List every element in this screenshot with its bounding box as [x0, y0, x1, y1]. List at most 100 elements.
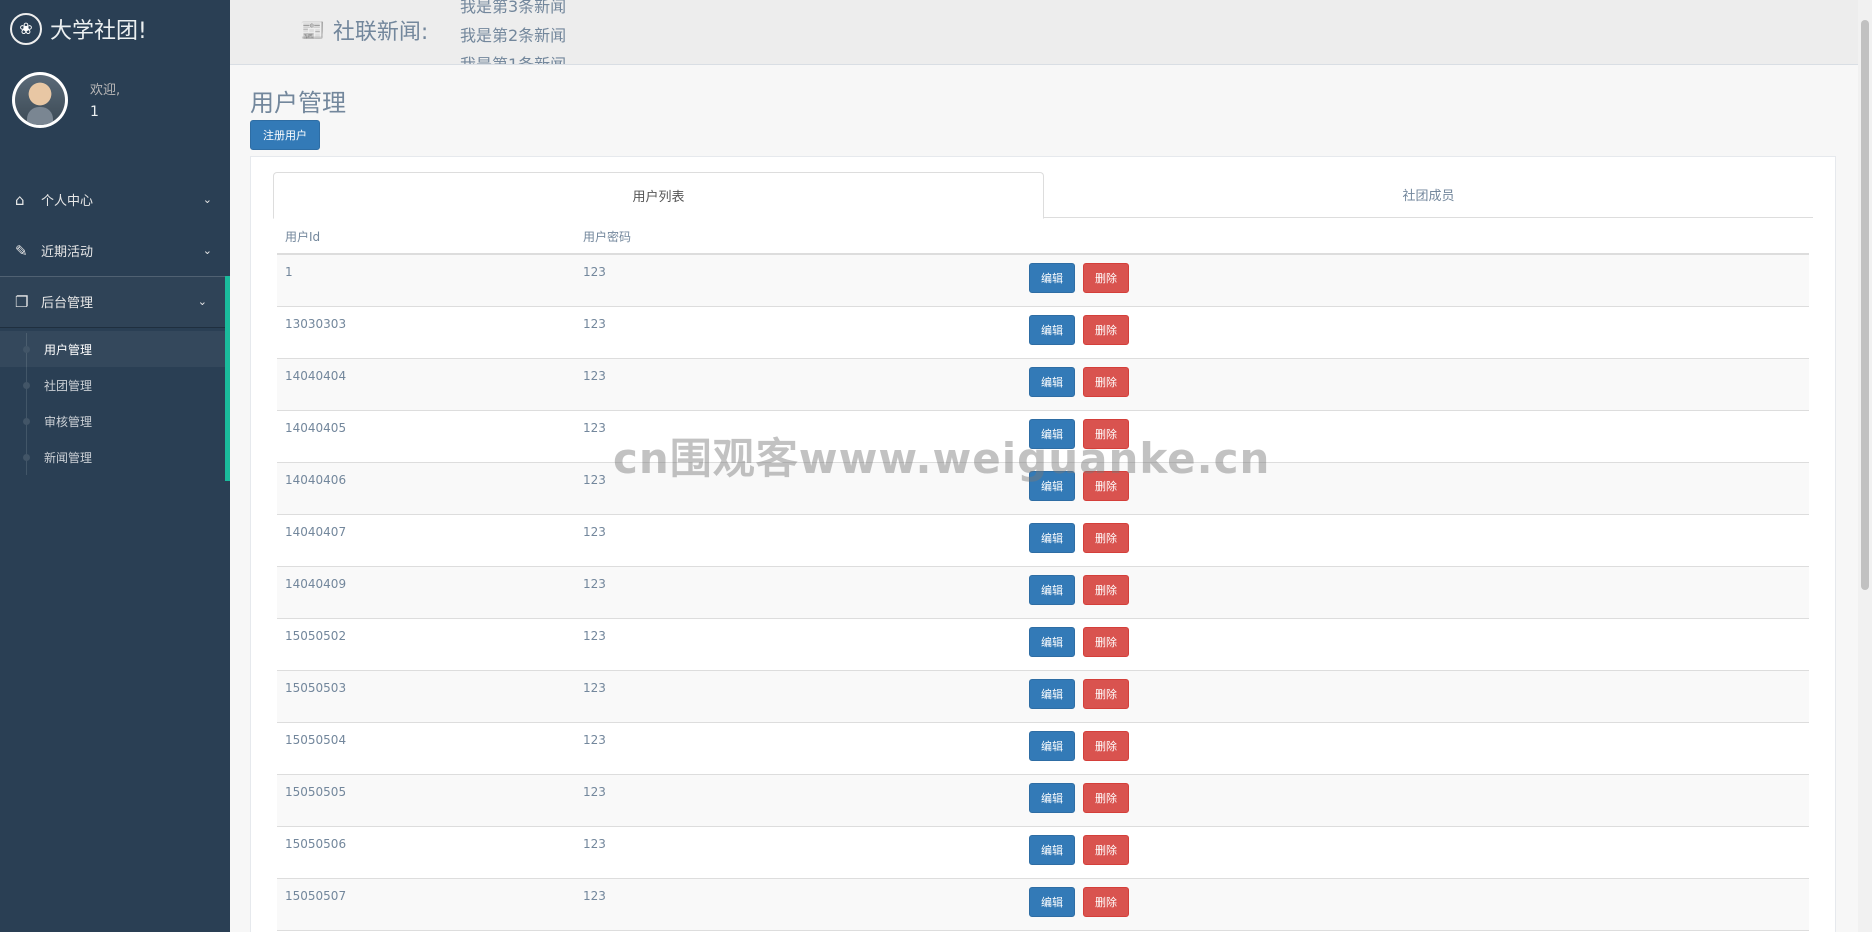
cell-user-password: 123 [583, 577, 606, 591]
cell-user-id: 13030303 [285, 317, 347, 331]
home-icon: ⌂ [15, 190, 25, 209]
cell-user-id: 14040407 [285, 525, 347, 539]
profile: 欢迎, 1 [0, 57, 230, 142]
table-row: 14040409 123 编辑 删除 [277, 567, 1809, 619]
watermark: cn围观客www.weiguanke.cn [613, 434, 1271, 483]
delete-button[interactable]: 删除 [1083, 523, 1129, 553]
delete-button[interactable]: 删除 [1083, 367, 1129, 397]
chevron-down-icon: ⌄ [197, 295, 207, 308]
submenu-item-user-management[interactable]: 用户管理 [0, 331, 225, 367]
top-nav: 📰 社联新闻: 我是第3条新闻 我是第2条新闻 我是第1条新闻 [230, 0, 1858, 65]
edit-button[interactable]: 编辑 [1029, 367, 1075, 397]
cell-user-password: 123 [583, 369, 606, 383]
edit-button[interactable]: 编辑 [1029, 627, 1075, 657]
delete-button[interactable]: 删除 [1083, 627, 1129, 657]
edit-button[interactable]: 编辑 [1029, 315, 1075, 345]
profile-welcome: 欢迎, [90, 83, 121, 98]
avatar [12, 71, 68, 128]
submenu-item-review-management[interactable]: 审核管理 [0, 403, 225, 439]
cell-user-id: 14040404 [285, 369, 347, 383]
sidebar: ❀ 大学社团! 欢迎, 1 ⌂ 个人中心 ⌄ ✎ 近期活动 ⌄ ❐ 后台管理 ⌄… [0, 0, 230, 932]
cell-user-password: 123 [583, 785, 606, 799]
tab-club-members[interactable]: 社团成员 [1044, 172, 1813, 217]
table-body: 1 123 编辑 删除 13030303 123 编辑 删除 14040404 123 编辑 删除 14… [277, 255, 1809, 931]
edit-button[interactable]: 编辑 [1029, 523, 1075, 553]
table-row: 13030303 123 编辑 删除 [277, 307, 1809, 359]
side-menu: ⌂ 个人中心 ⌄ ✎ 近期活动 ⌄ ❐ 后台管理 ⌄ 用户管理 社团管理 审核管… [0, 174, 230, 481]
submenu-item-news-management[interactable]: 新闻管理 [0, 439, 225, 475]
page-scrollbar[interactable] [1858, 0, 1872, 932]
tab-user-list[interactable]: 用户列表 [273, 172, 1044, 219]
delete-button[interactable]: 删除 [1083, 731, 1129, 761]
edit-button[interactable]: 编辑 [1029, 731, 1075, 761]
menu-item-admin[interactable]: ❐ 后台管理 ⌄ [0, 276, 230, 327]
delete-button[interactable]: 删除 [1083, 263, 1129, 293]
cell-user-password: 123 [583, 265, 606, 279]
delete-button[interactable]: 删除 [1083, 783, 1129, 813]
cell-user-password: 123 [583, 525, 606, 539]
cell-user-id: 14040409 [285, 577, 347, 591]
table-row: 15050502 123 编辑 删除 [277, 619, 1809, 671]
menu-item-label: 个人中心 [41, 194, 94, 209]
table-row: 14040407 123 编辑 删除 [277, 515, 1809, 567]
newspaper-icon: 📰 [300, 18, 325, 42]
cell-user-id: 15050502 [285, 629, 347, 643]
tab-bar: 用户列表 社团成员 [273, 172, 1813, 219]
cell-user-id: 15050504 [285, 733, 347, 747]
brand[interactable]: ❀ 大学社团! [0, 0, 230, 57]
edit-icon: ✎ [15, 241, 28, 260]
delete-button[interactable]: 删除 [1083, 315, 1129, 345]
edit-button[interactable]: 编辑 [1029, 263, 1075, 293]
content-panel: 用户列表 社团成员 用户Id 用户密码 1 123 编辑 删除 13030303 123 编… [250, 156, 1836, 932]
register-user-button[interactable]: 注册用户 [250, 120, 320, 150]
edit-button[interactable]: 编辑 [1029, 783, 1075, 813]
news-item[interactable]: 我是第3条新闻 [460, 0, 566, 21]
table-row: 15050503 123 编辑 删除 [277, 671, 1809, 723]
cell-user-password: 123 [583, 681, 606, 695]
news-item[interactable]: 我是第2条新闻 [460, 21, 566, 50]
chevron-down-icon: ⌄ [202, 193, 212, 206]
paw-icon: ❀ [10, 12, 42, 45]
cell-user-id: 1 [285, 265, 293, 279]
admin-submenu: 用户管理 社团管理 审核管理 新闻管理 [0, 327, 230, 481]
cell-user-password: 123 [583, 733, 606, 747]
table-row: 15050505 123 编辑 删除 [277, 775, 1809, 827]
cell-user-password: 123 [583, 889, 606, 903]
delete-button[interactable]: 删除 [1083, 835, 1129, 865]
edit-button[interactable]: 编辑 [1029, 835, 1075, 865]
delete-button[interactable]: 删除 [1083, 887, 1129, 917]
cell-user-password: 123 [583, 629, 606, 643]
submenu-item-club-management[interactable]: 社团管理 [0, 367, 225, 403]
table-header: 用户Id 用户密码 [277, 219, 1809, 255]
edit-button[interactable]: 编辑 [1029, 679, 1075, 709]
scrollbar-thumb[interactable] [1861, 20, 1869, 590]
cell-user-id: 14040405 [285, 421, 347, 435]
table-row: 15050504 123 编辑 删除 [277, 723, 1809, 775]
cell-user-password: 123 [583, 837, 606, 851]
delete-button[interactable]: 删除 [1083, 679, 1129, 709]
cell-user-id: 14040406 [285, 473, 347, 487]
profile-name: 1 [90, 104, 99, 120]
brand-title: 大学社团! [50, 18, 147, 44]
table-row: 14040404 123 编辑 删除 [277, 359, 1809, 411]
cell-user-password: 123 [583, 317, 606, 331]
edit-button[interactable]: 编辑 [1029, 575, 1075, 605]
table-row: 15050507 123 编辑 删除 [277, 879, 1809, 931]
page-title: 用户管理 [250, 89, 346, 117]
menu-item-personal-center[interactable]: ⌂ 个人中心 ⌄ [0, 174, 230, 225]
news-ticker: 我是第3条新闻 我是第2条新闻 我是第1条新闻 [460, 0, 566, 64]
cell-user-id: 15050506 [285, 837, 347, 851]
delete-button[interactable]: 删除 [1083, 575, 1129, 605]
edit-button[interactable]: 编辑 [1029, 887, 1075, 917]
cell-user-id: 15050505 [285, 785, 347, 799]
table-row: 15050506 123 编辑 删除 [277, 827, 1809, 879]
clone-icon: ❐ [15, 292, 29, 311]
menu-item-recent-activities[interactable]: ✎ 近期活动 ⌄ [0, 225, 230, 276]
menu-item-label: 近期活动 [41, 245, 94, 260]
cell-user-id: 15050507 [285, 889, 347, 903]
news-label-text: 社联新闻: [332, 20, 429, 45]
cell-user-id: 15050503 [285, 681, 347, 695]
table-row: 1 123 编辑 删除 [277, 255, 1809, 307]
news-item[interactable]: 我是第1条新闻 [460, 50, 566, 64]
user-table: 用户Id 用户密码 1 123 编辑 删除 13030303 123 编辑 删除 1404040… [277, 219, 1809, 931]
